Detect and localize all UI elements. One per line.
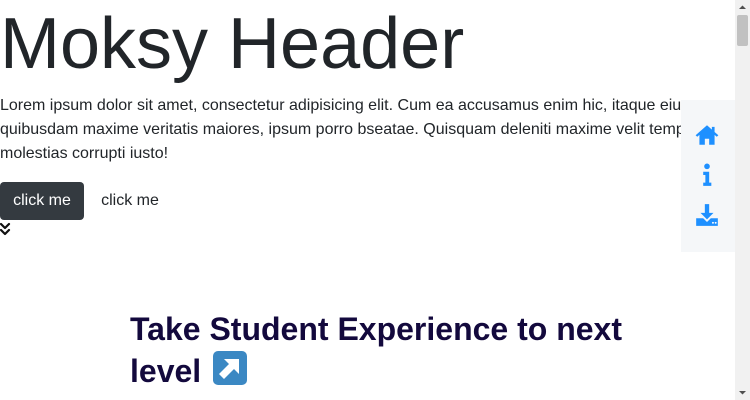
section-heading-text: Take Student Experience to next level	[130, 311, 622, 389]
info-icon[interactable]	[694, 162, 720, 188]
click-me-button-secondary[interactable]: click me	[88, 182, 172, 220]
page-title: Moksy Header	[0, 4, 465, 84]
floating-side-nav	[681, 100, 735, 252]
section-heading: Take Student Experience to next level	[130, 308, 650, 392]
page-viewport: Moksy Header Lorem ipsum dolor sit amet,…	[0, 0, 735, 400]
scroll-up-arrow-icon[interactable]	[735, 0, 750, 15]
north-east-arrow-icon	[213, 351, 248, 385]
vertical-scrollbar[interactable]	[735, 0, 750, 400]
double-chevron-down-icon[interactable]	[0, 222, 12, 238]
scroll-down-arrow-icon[interactable]	[735, 385, 750, 400]
scrollbar-thumb[interactable]	[737, 15, 748, 46]
lead-paragraph: Lorem ipsum dolor sit amet, consectetur …	[0, 97, 708, 162]
click-me-button-primary[interactable]: click me	[0, 182, 84, 220]
home-icon[interactable]	[694, 122, 720, 148]
download-icon[interactable]	[694, 202, 720, 228]
